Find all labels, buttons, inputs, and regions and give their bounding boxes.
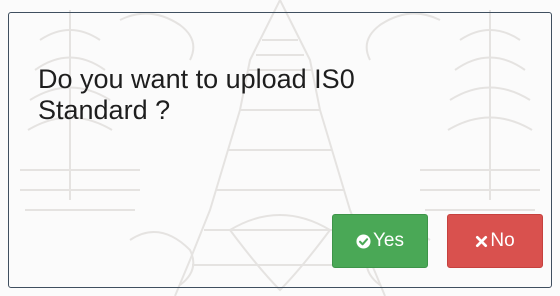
check-circle-icon bbox=[356, 233, 371, 249]
no-button-label: No bbox=[490, 230, 515, 251]
no-button[interactable]: No bbox=[447, 214, 543, 268]
yes-button[interactable]: Yes bbox=[332, 214, 428, 268]
page: Do you want to upload IS0 Standard ? Yes… bbox=[0, 0, 560, 296]
yes-button-label: Yes bbox=[373, 230, 404, 251]
dialog-message: Do you want to upload IS0 Standard ? bbox=[38, 64, 355, 125]
x-icon bbox=[475, 235, 488, 248]
